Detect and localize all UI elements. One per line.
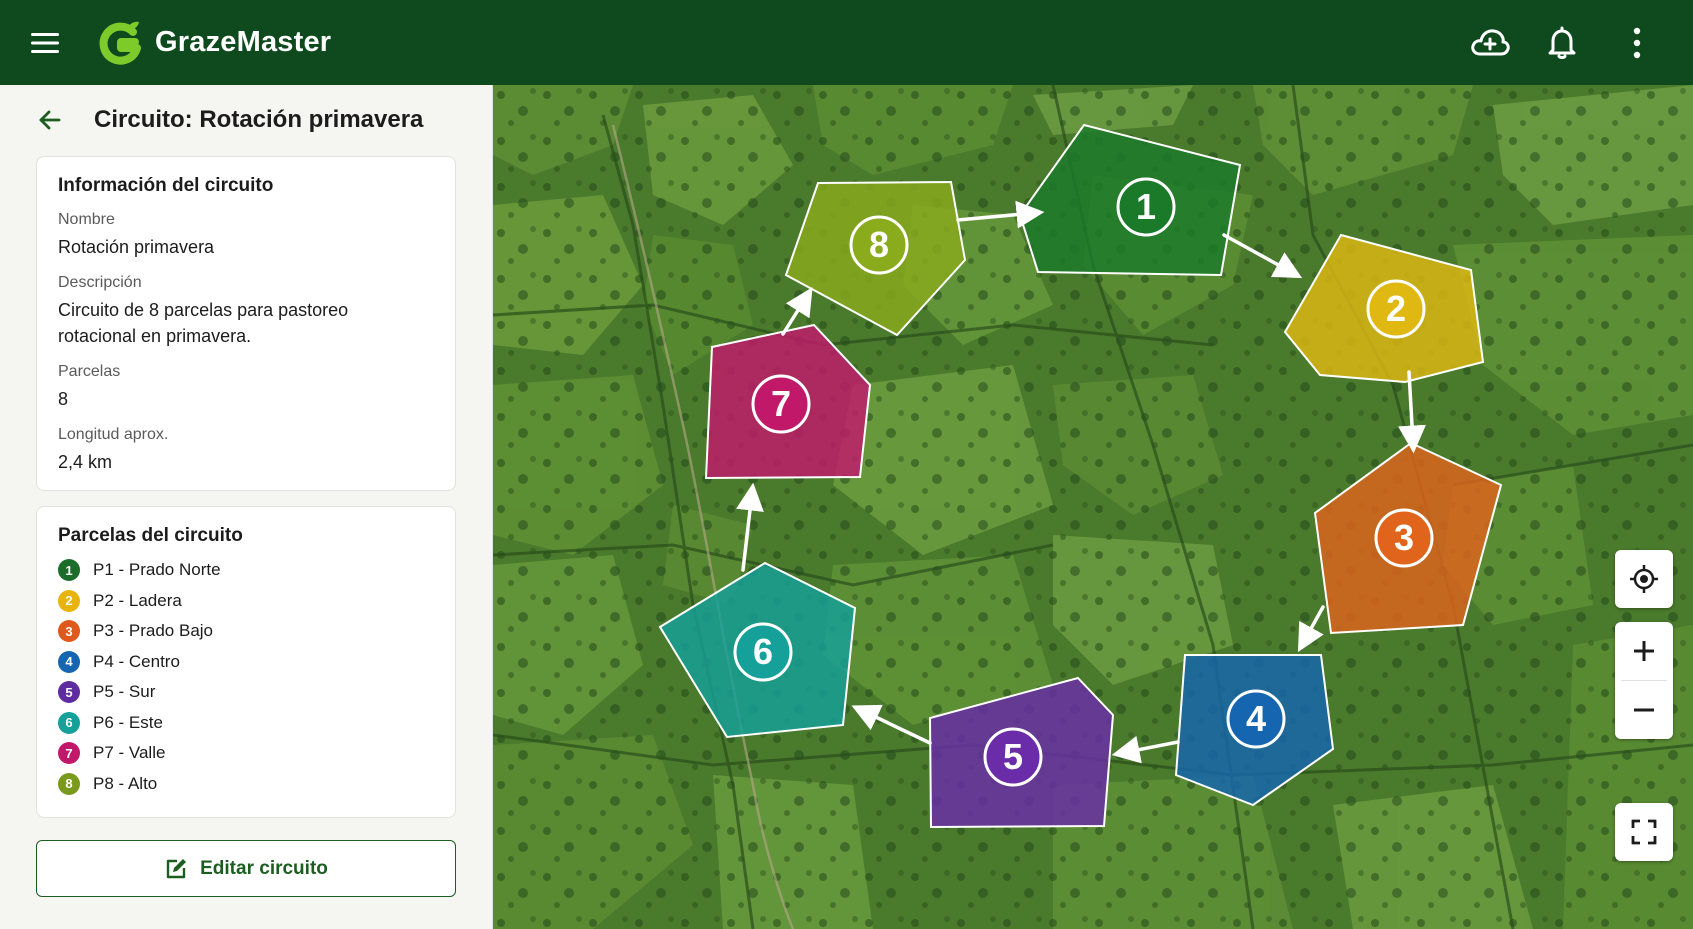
parcel-number: 1 xyxy=(1136,186,1156,227)
parcel-number-badge: 3 xyxy=(58,620,80,643)
back-button[interactable] xyxy=(28,98,72,142)
notifications-button[interactable] xyxy=(1536,17,1588,69)
field-label-length: Longitud aprox. xyxy=(58,426,169,443)
list-item[interactable]: 4 P4 - Centro xyxy=(58,647,434,678)
app-bar-actions xyxy=(1464,0,1693,85)
list-item[interactable]: 1 P1 - Prado Norte xyxy=(58,555,434,586)
list-item[interactable]: 7 P7 - Valle xyxy=(58,738,434,769)
parcel-list: 1 P1 - Prado Norte 2 P2 - Ladera 3 P3 - … xyxy=(58,555,434,799)
parcel-name: P3 - Prado Bajo xyxy=(93,621,214,641)
fullscreen-control xyxy=(1615,803,1673,861)
arrow-back-icon xyxy=(39,110,61,130)
parcel-name: P8 - Alto xyxy=(93,773,158,793)
zoom-in-button[interactable] xyxy=(1615,622,1673,680)
parcel-number: 5 xyxy=(1003,736,1023,777)
my-location-button[interactable] xyxy=(1615,550,1673,608)
locate-control xyxy=(1615,550,1673,608)
parcel-number: 8 xyxy=(869,224,889,265)
parcel-number: 7 xyxy=(771,383,791,424)
field-label-parcels: Parcelas xyxy=(58,363,121,380)
parcel-number-badge: 5 xyxy=(58,681,80,704)
hamburger-menu-icon xyxy=(31,32,59,53)
parcel-number-badge: 6 xyxy=(58,711,80,734)
zoom-control xyxy=(1615,622,1673,739)
satellite-map: 1 2 3 4 5 6 7 8 xyxy=(493,85,1693,929)
map-view[interactable]: 1 2 3 4 5 6 7 8 xyxy=(493,85,1693,929)
list-item[interactable]: 5 P5 - Sur xyxy=(58,677,434,708)
page-title: Circuito: Rotación primavera xyxy=(94,106,424,133)
parcel-number-badge: 7 xyxy=(58,742,80,765)
parcel-name: P1 - Prado Norte xyxy=(93,560,221,580)
grazemaster-logo xyxy=(99,21,141,65)
card-title: Información del circuito xyxy=(58,175,274,196)
edit-circuit-label: Editar circuito xyxy=(200,857,328,879)
zoom-in-icon xyxy=(1634,641,1654,661)
card-title: Parcelas del circuito xyxy=(58,525,243,546)
field-label-name: Nombre xyxy=(58,211,115,228)
parcel-number: 3 xyxy=(1394,517,1414,558)
parcel-number: 2 xyxy=(1386,288,1406,329)
more-options-button[interactable] xyxy=(1611,17,1663,69)
field-value-name: Rotación primavera xyxy=(58,237,215,257)
zoom-out-button[interactable] xyxy=(1615,681,1673,739)
list-item[interactable]: 3 P3 - Prado Bajo xyxy=(58,616,434,647)
list-item[interactable]: 2 P2 - Ladera xyxy=(58,586,434,617)
app-title: GrazeMaster xyxy=(155,26,332,58)
parcel-name: P2 - Ladera xyxy=(93,590,182,610)
parcel-name: P5 - Sur xyxy=(93,682,156,702)
fullscreen-button[interactable] xyxy=(1615,803,1673,861)
parcel-number: 6 xyxy=(753,631,773,672)
field-value-length: 2,4 km xyxy=(58,452,113,472)
more-vert-icon xyxy=(1633,27,1641,58)
list-item[interactable]: 8 P8 - Alto xyxy=(58,769,434,800)
parcel-number-badge: 1 xyxy=(58,559,80,582)
parcel-name: P4 - Centro xyxy=(93,651,180,671)
parcel-number-badge: 4 xyxy=(58,650,80,673)
field-value-parcels: 8 xyxy=(58,389,69,409)
field-label-description: Descripción xyxy=(58,274,142,291)
edit-icon xyxy=(166,858,187,878)
circuit-info-card: Información del circuito Nombre Rotación… xyxy=(36,156,456,491)
field-value-description: Circuito de 8 parcelas para pastoreo rot… xyxy=(58,300,349,346)
bell-icon xyxy=(1548,26,1576,59)
sidebar-header: Circuito: Rotación primavera xyxy=(0,85,493,155)
fullscreen-icon xyxy=(1631,819,1657,845)
parcel-number: 4 xyxy=(1246,698,1266,739)
cloud-sync-icon xyxy=(1471,28,1510,55)
zoom-out-icon xyxy=(1634,708,1654,712)
sync-button[interactable] xyxy=(1464,17,1516,69)
parcel-name: P6 - Este xyxy=(93,712,163,732)
list-item[interactable]: 6 P6 - Este xyxy=(58,708,434,739)
menu-button[interactable] xyxy=(22,20,68,66)
circuit-parcels-card: Parcelas del circuito 1 P1 - Prado Norte… xyxy=(36,506,456,818)
app-bar: GrazeMaster xyxy=(0,0,1693,85)
parcel-name: P7 - Valle xyxy=(93,743,166,763)
parcel-number-badge: 2 xyxy=(58,589,80,612)
edit-circuit-button[interactable]: Editar circuito xyxy=(36,840,456,897)
my-location-icon xyxy=(1630,565,1658,593)
sidebar: Circuito: Rotación primavera Información… xyxy=(0,85,493,929)
parcel-number-badge: 8 xyxy=(58,772,80,795)
